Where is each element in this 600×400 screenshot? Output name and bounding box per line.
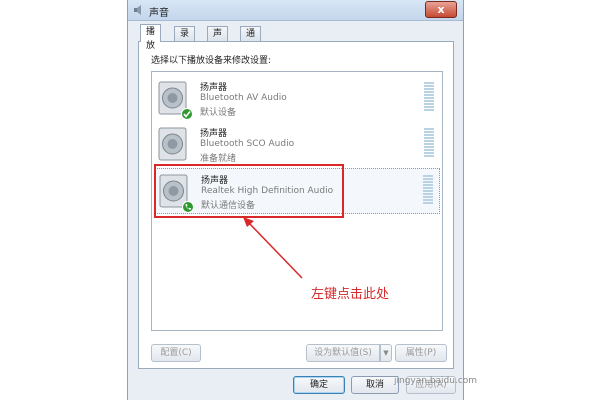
tab-recording[interactable]: 录制 — [174, 26, 196, 53]
tab-communications[interactable]: 通信 — [240, 26, 262, 53]
annotation-text: 左键点击此处 — [311, 287, 390, 302]
configure-button[interactable]: 配置(C) — [151, 344, 201, 362]
speaker-icon — [158, 127, 187, 161]
close-icon: x — [437, 3, 445, 16]
watermark: jingyan.baidu.com — [394, 376, 478, 386]
device-name: 扬声器 — [200, 129, 228, 139]
title-bar[interactable]: 声音 x — [128, 0, 463, 21]
device-status: 默认设备 — [200, 108, 237, 118]
check-icon — [181, 108, 193, 120]
highlight-box — [154, 164, 344, 218]
window-title: 声音 — [149, 8, 169, 19]
device-item[interactable]: 扬声器 Bluetooth AV Audio 默认设备 — [154, 76, 440, 122]
device-name: 扬声器 — [200, 83, 228, 93]
device-description: Bluetooth SCO Audio — [200, 139, 295, 149]
ok-button[interactable]: 确定 — [293, 376, 345, 394]
tab-sounds[interactable]: 声音 — [207, 26, 229, 53]
chevron-down-icon[interactable]: ▼ — [380, 344, 392, 362]
properties-button[interactable]: 属性(P) — [395, 344, 447, 362]
device-status: 准备就绪 — [200, 154, 237, 164]
device-item[interactable]: 扬声器 Bluetooth SCO Audio 准备就绪 — [154, 122, 440, 168]
volume-meter — [424, 128, 434, 160]
speaker-icon — [134, 5, 141, 15]
cancel-button[interactable]: 取消 — [351, 376, 399, 394]
tab-playback[interactable]: 播放 — [140, 24, 162, 51]
instruction-text: 选择以下播放设备来修改设置: — [151, 56, 272, 66]
volume-meter — [424, 82, 434, 114]
volume-meter — [423, 175, 433, 207]
device-description: Bluetooth AV Audio — [200, 93, 287, 103]
close-button[interactable]: x — [425, 1, 457, 18]
set-default-button[interactable]: 设为默认值(S) — [306, 344, 380, 362]
